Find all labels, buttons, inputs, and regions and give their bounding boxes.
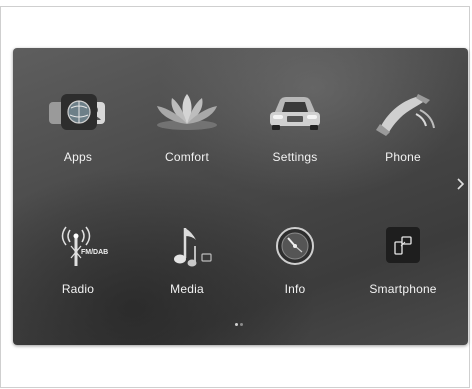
info-dial-icon [276, 227, 314, 265]
lotus-icon [157, 94, 217, 130]
home-screen: Apps Comfort Settings Phone FM/DAB Radio… [13, 48, 468, 345]
chevron-right-icon[interactable] [456, 177, 466, 191]
app-label: Phone [385, 150, 421, 164]
music-note-icon [174, 228, 212, 267]
app-media[interactable]: Media [132, 224, 242, 324]
app-apps[interactable]: Apps [23, 92, 133, 192]
app-settings[interactable]: Settings [240, 92, 350, 192]
radio-antenna-icon: FM/DAB [61, 226, 108, 266]
app-label: Smartphone [369, 282, 437, 296]
app-label: Apps [63, 150, 93, 164]
app-label: Comfort [164, 150, 210, 164]
phone-handset-icon [376, 94, 435, 136]
page-dot [240, 323, 243, 326]
page-indicator [235, 323, 247, 327]
app-label: Info [284, 282, 306, 296]
app-label: Radio [61, 282, 95, 296]
radio-icon-caption: FM/DAB [81, 249, 108, 256]
app-radio[interactable]: FM/DAB Radio [23, 224, 133, 324]
app-comfort[interactable]: Comfort [132, 92, 242, 192]
app-smartphone[interactable]: Smartphone [348, 224, 458, 324]
app-label: Media [170, 282, 204, 296]
smartphone-icon [386, 227, 420, 263]
app-label: Settings [272, 150, 318, 164]
car-icon [270, 97, 320, 130]
app-info[interactable]: Info [240, 224, 350, 324]
page-dot-active [235, 323, 238, 326]
apps-icon [49, 94, 105, 130]
app-phone[interactable]: Phone [348, 92, 458, 192]
